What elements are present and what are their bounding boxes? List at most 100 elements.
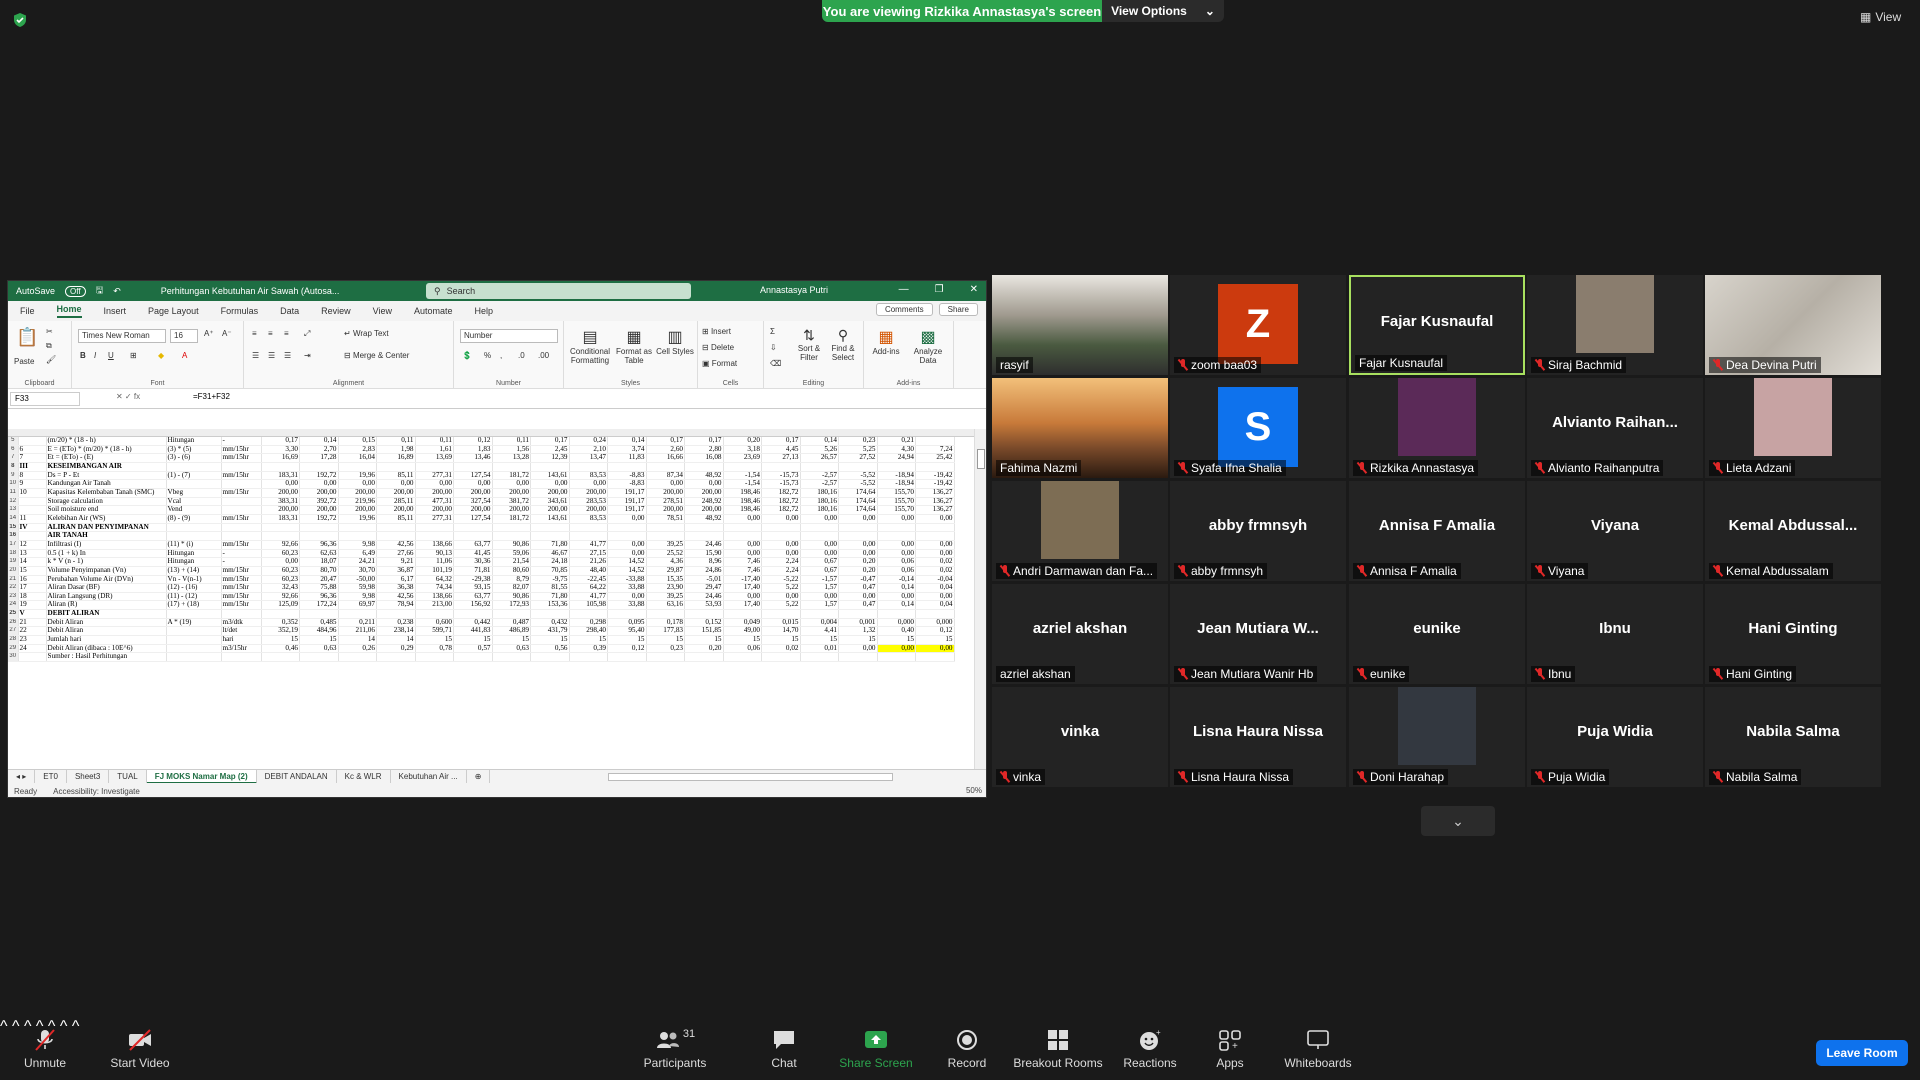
table-cell[interactable]: 0,298 xyxy=(569,618,608,628)
table-cell[interactable]: 181,72 xyxy=(492,471,531,481)
sheet-tab[interactable]: DEBIT ANDALAN xyxy=(257,769,337,784)
table-cell[interactable]: 174,64 xyxy=(838,488,878,498)
table-cell[interactable]: (17) + (18) xyxy=(166,600,222,611)
table-cell[interactable]: 183,31 xyxy=(261,514,300,524)
table-cell[interactable]: 0.5 (1 + k) In xyxy=(46,549,167,559)
participant-tile[interactable]: Annisa F Amalia Annisa F Amalia xyxy=(1349,481,1525,581)
table-cell[interactable]: 29,87 xyxy=(646,566,685,576)
view-button[interactable]: ▦ View xyxy=(1860,10,1901,24)
table-cell[interactable]: ALIRAN DAN PENYIMPANAN xyxy=(46,523,167,533)
table-cell[interactable]: Et = (ETo) - (E) xyxy=(46,453,167,463)
table-cell[interactable]: 21,26 xyxy=(569,557,608,567)
table-cell[interactable]: 41,45 xyxy=(453,549,493,559)
table-cell[interactable]: 0,00 xyxy=(646,479,685,489)
table-cell[interactable]: 46,67 xyxy=(530,549,570,559)
table-cell[interactable] xyxy=(569,609,608,619)
insert-cells-button[interactable]: ⊞ Insert xyxy=(702,327,731,336)
table-cell[interactable]: 0,26 xyxy=(338,644,377,654)
table-cell[interactable]: 92,66 xyxy=(261,540,300,550)
table-cell[interactable]: 0,00 xyxy=(261,479,300,489)
close-icon[interactable]: ✕ xyxy=(970,284,978,295)
table-cell[interactable]: 0,21 xyxy=(877,437,916,446)
table-row[interactable]: 29 24 Debit Aliran (dibaca : 10E^6) m3/15hr… xyxy=(8,644,955,654)
table-row[interactable]: 26 21 Debit Aliran A * (19) m3/dtk 0,352 0,485… xyxy=(8,618,955,628)
table-cell[interactable] xyxy=(530,531,570,541)
table-cell[interactable]: 9 xyxy=(18,479,47,489)
table-cell[interactable]: Kandungan Air Tanah xyxy=(46,479,167,489)
table-cell[interactable]: 15 xyxy=(915,635,955,645)
table-cell[interactable] xyxy=(877,609,916,619)
table-cell[interactable] xyxy=(453,531,493,541)
prev-sheet-icon[interactable]: ◂ ▸ xyxy=(8,769,36,784)
table-cell[interactable]: DEBIT ALIRAN xyxy=(46,609,167,619)
table-cell[interactable]: 484,96 xyxy=(299,626,339,637)
table-cell[interactable]: 172,24 xyxy=(299,600,339,611)
table-cell[interactable]: 60,23 xyxy=(261,549,300,559)
table-cell[interactable]: - xyxy=(221,549,262,559)
table-cell[interactable] xyxy=(376,531,416,541)
table-cell[interactable] xyxy=(800,652,839,663)
chat-button[interactable]: Chat xyxy=(762,1018,806,1080)
table-cell[interactable]: 174,64 xyxy=(838,497,878,507)
table-row[interactable]: 27 22 Debit Aliran lt/det 352,19 484,96 211,06… xyxy=(8,626,955,637)
row-header[interactable]: 13 xyxy=(8,505,19,515)
table-cell[interactable]: 200,00 xyxy=(492,488,531,498)
table-cell[interactable]: 200,00 xyxy=(530,505,570,515)
table-cell[interactable]: 0,63 xyxy=(492,644,531,654)
table-cell[interactable]: 182,72 xyxy=(761,497,801,507)
table-cell[interactable]: 60,23 xyxy=(261,566,300,576)
table-row[interactable]: 22 17 Aliran Dasar (BF) (12) - (16) mm/15hr 3… xyxy=(8,583,955,593)
table-cell[interactable]: -0,04 xyxy=(915,575,955,585)
save-icon[interactable]: 🖫 xyxy=(96,283,104,299)
copy-icon[interactable]: ⧉ xyxy=(46,341,52,351)
table-cell[interactable]: 15 xyxy=(838,635,878,645)
table-cell[interactable]: Vn - V(n-1) xyxy=(166,575,222,585)
table-cell[interactable]: 4,45 xyxy=(761,445,801,455)
table-cell[interactable]: 42,56 xyxy=(376,540,416,550)
table-cell[interactable]: Volume Penyimpanan (Vn) xyxy=(46,566,167,576)
excel-user-name[interactable]: Annastasya Putri xyxy=(760,285,828,295)
cut-icon[interactable]: ✂ xyxy=(46,327,53,336)
table-cell[interactable] xyxy=(877,462,916,472)
table-cell[interactable]: m3/15hr xyxy=(221,644,262,654)
table-cell[interactable]: 78,51 xyxy=(646,514,685,524)
table-cell[interactable]: 8,79 xyxy=(492,575,531,585)
table-cell[interactable]: 0,00 xyxy=(877,540,916,550)
participant-tile[interactable]: Hani Ginting Hani Ginting xyxy=(1705,584,1881,684)
table-cell[interactable] xyxy=(338,462,377,472)
table-cell[interactable]: 39,25 xyxy=(646,540,685,550)
table-cell[interactable]: -1,57 xyxy=(800,575,839,585)
table-cell[interactable]: 15 xyxy=(723,635,762,645)
table-cell[interactable] xyxy=(453,462,493,472)
table-cell[interactable]: 53,93 xyxy=(684,600,724,611)
table-cell[interactable]: 0,40 xyxy=(877,626,916,637)
table-cell[interactable] xyxy=(607,652,647,663)
table-cell[interactable] xyxy=(492,523,531,533)
autosum-icon[interactable]: Σ xyxy=(770,327,775,336)
participant-tile[interactable]: Fahima Nazmi xyxy=(992,378,1168,478)
row-header[interactable]: 21 xyxy=(8,575,19,585)
table-cell[interactable]: -29,38 xyxy=(453,575,493,585)
table-cell[interactable]: 96,36 xyxy=(299,540,339,550)
table-row[interactable]: 5 (m/20) * (18 - h) Hitungan -0,17 0,14 0,15 0… xyxy=(8,437,955,446)
table-cell[interactable]: 0,00 xyxy=(838,514,878,524)
table-cell[interactable]: 277,31 xyxy=(415,471,454,481)
table-cell[interactable]: 0,095 xyxy=(607,618,647,628)
participant-tile[interactable]: vinka vinka xyxy=(992,687,1168,787)
table-cell[interactable]: 5,22 xyxy=(761,600,801,611)
align-middle-icon[interactable]: ≡ xyxy=(268,329,273,338)
participant-tile[interactable]: Lieta Adzani xyxy=(1705,378,1881,478)
table-cell[interactable] xyxy=(684,531,724,541)
table-cell[interactable]: 0,46 xyxy=(261,644,300,654)
leave-room-button[interactable]: Leave Room xyxy=(1816,1040,1908,1066)
sheet-tab[interactable]: ET0 xyxy=(35,769,67,784)
table-cell[interactable]: 64,22 xyxy=(569,583,608,593)
table-cell[interactable]: 198,46 xyxy=(723,505,762,515)
fill-color-icon[interactable]: ◆ xyxy=(158,351,164,360)
table-cell[interactable]: mm/15hr xyxy=(221,592,262,602)
accessibility-status[interactable]: Accessibility: Investigate xyxy=(53,787,140,796)
table-cell[interactable] xyxy=(530,652,570,663)
table-cell[interactable]: 0,06 xyxy=(877,557,916,567)
row-header[interactable]: 24 xyxy=(8,600,19,611)
table-cell[interactable] xyxy=(492,652,531,663)
